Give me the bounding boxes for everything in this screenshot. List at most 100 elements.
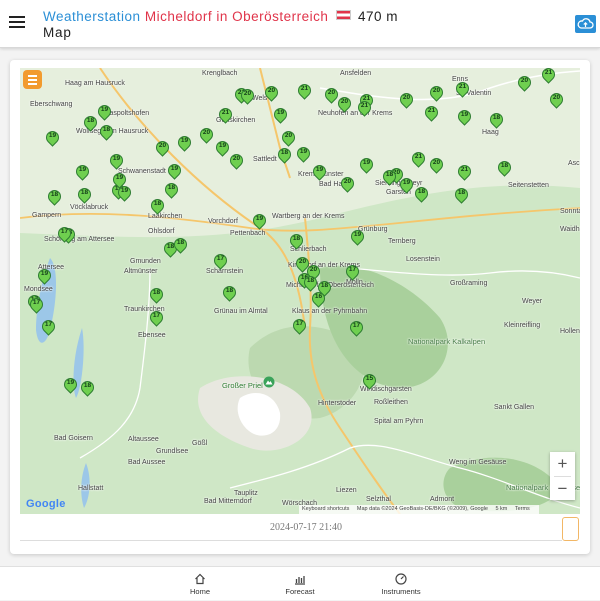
cloud-upload-button[interactable] <box>575 15 596 33</box>
nav-home[interactable]: Home <box>178 567 222 601</box>
station-marker[interactable]: 19 <box>165 161 184 181</box>
layers-button[interactable] <box>23 70 42 89</box>
station-marker[interactable]: 20 <box>238 86 257 106</box>
timeline-thumb[interactable] <box>562 517 579 541</box>
station-marker[interactable]: 20 <box>515 73 534 93</box>
marker-temperature: 16 <box>314 293 323 300</box>
station-marker[interactable]: 21 <box>355 98 374 118</box>
station-marker[interactable]: 17 <box>343 262 362 282</box>
station-marker[interactable]: 18 <box>97 122 116 142</box>
station-marker[interactable]: 17 <box>211 251 230 271</box>
station-marker[interactable]: 20 <box>279 128 298 148</box>
station-marker[interactable]: 18 <box>275 145 294 165</box>
station-marker[interactable]: 20 <box>427 155 446 175</box>
station-marker[interactable]: 19 <box>271 105 290 125</box>
marker-temperature: 19 <box>218 142 227 149</box>
station-marker[interactable]: 18 <box>162 180 181 200</box>
marker-temperature: 21 <box>544 69 553 76</box>
station-marker[interactable]: 21 <box>539 68 558 85</box>
station-marker[interactable]: 19 <box>43 128 62 148</box>
station-marker[interactable]: 19 <box>455 107 474 127</box>
station-marker[interactable]: 17 <box>39 317 58 337</box>
station-marker[interactable]: 19 <box>95 102 114 122</box>
place-label: Sonntagberg <box>560 208 580 215</box>
marker-temperature: 19 <box>40 270 49 277</box>
hamburger-menu-icon[interactable] <box>9 16 25 30</box>
station-marker[interactable]: 20 <box>197 125 216 145</box>
station-marker[interactable]: 21 <box>409 149 428 169</box>
station-marker[interactable]: 19 <box>110 170 129 190</box>
station-marker[interactable]: 19 <box>61 375 80 395</box>
peak-marker-icon <box>263 376 275 388</box>
station-marker[interactable]: 21 <box>216 105 235 125</box>
station-marker[interactable]: 20 <box>153 138 172 158</box>
station-marker[interactable]: 18 <box>287 231 306 251</box>
station-marker[interactable]: 17 <box>347 318 366 338</box>
marker-temperature: 20 <box>402 94 411 101</box>
station-marker[interactable]: 21 <box>453 79 472 99</box>
station-marker[interactable]: 18 <box>301 273 320 293</box>
marker-temperature: 17 <box>348 266 357 273</box>
station-marker[interactable]: 18 <box>147 285 166 305</box>
station-marker[interactable]: 18 <box>220 283 239 303</box>
station-marker[interactable]: 18 <box>495 158 514 178</box>
place-label: Grundlsee <box>156 448 189 455</box>
station-marker[interactable]: 19 <box>294 144 313 164</box>
nav-instruments[interactable]: Instruments <box>374 567 428 601</box>
station-marker[interactable]: 18 <box>81 113 100 133</box>
station-marker[interactable]: 19 <box>107 151 126 171</box>
station-marker[interactable]: 19 <box>357 155 376 175</box>
zoom-out-button[interactable]: − <box>550 477 575 501</box>
station-marker[interactable]: 20 <box>262 83 281 103</box>
station-marker[interactable]: 20 <box>322 85 341 105</box>
station-marker[interactable]: 19 <box>73 162 92 182</box>
zoom-in-button[interactable]: + <box>550 452 575 476</box>
terms-link[interactable]: Terms <box>515 506 530 512</box>
station-marker[interactable]: 21 <box>295 81 314 101</box>
station-marker[interactable]: 19 <box>213 138 232 158</box>
station-marker[interactable]: 21 <box>422 103 441 123</box>
station-marker[interactable]: 18 <box>45 187 64 207</box>
station-marker[interactable]: 17 <box>27 295 46 315</box>
station-marker[interactable]: 18 <box>380 167 399 187</box>
station-marker[interactable]: 18 <box>75 185 94 205</box>
place-label: Ansfelden <box>340 70 372 77</box>
station-marker[interactable]: 21 <box>455 162 474 182</box>
marker-temperature: 15 <box>365 375 374 382</box>
station-marker[interactable]: 15 <box>360 371 379 391</box>
station-marker[interactable]: 18 <box>452 185 471 205</box>
station-marker[interactable]: 16 <box>309 289 328 309</box>
marker-temperature: 18 <box>176 239 185 246</box>
weather-map[interactable]: Krenglbach Wels Ansfelden Enns St. Valentin H… <box>20 68 580 514</box>
station-marker[interactable]: 19 <box>310 162 329 182</box>
station-marker[interactable]: 19 <box>397 175 416 195</box>
station-marker[interactable]: 18 <box>171 235 190 255</box>
station-marker[interactable]: 17 <box>55 224 74 244</box>
station-marker[interactable]: 18 <box>487 110 506 130</box>
station-marker[interactable]: 18 <box>148 196 167 216</box>
station-marker[interactable]: 19 <box>175 133 194 153</box>
timeline-track[interactable]: 2024-07-17 21:40 <box>20 515 562 541</box>
keyboard-shortcuts-link[interactable]: Keyboard shortcuts <box>302 506 349 512</box>
marker-temperature: 19 <box>100 106 109 113</box>
place-label: Großer Priel <box>222 381 263 390</box>
station-marker[interactable]: 20 <box>338 174 357 194</box>
station-marker[interactable]: 19 <box>250 211 269 231</box>
station-marker[interactable]: 19 <box>348 227 367 247</box>
station-marker[interactable]: 20 <box>427 83 446 103</box>
station-marker[interactable]: 18 <box>78 378 97 398</box>
app-header: Weatherstation Micheldorf in Oberösterre… <box>0 0 600 48</box>
station-marker[interactable]: 20 <box>227 151 246 171</box>
station-marker[interactable]: 20 <box>547 90 566 110</box>
station-marker[interactable]: 20 <box>397 90 416 110</box>
station-marker[interactable]: 20 <box>335 94 354 114</box>
nav-forecast[interactable]: Forecast <box>278 567 322 601</box>
station-marker[interactable]: 18 <box>412 184 431 204</box>
station-marker[interactable]: 17 <box>147 308 166 328</box>
station-marker[interactable]: 17 <box>290 316 309 336</box>
place-label: Spital am Pyhrn <box>374 418 424 425</box>
marker-temperature: 18 <box>457 189 466 196</box>
place-label: Gmunden <box>130 258 161 265</box>
station-marker[interactable]: 19 <box>35 266 54 286</box>
marker-temperature: 18 <box>492 114 501 121</box>
